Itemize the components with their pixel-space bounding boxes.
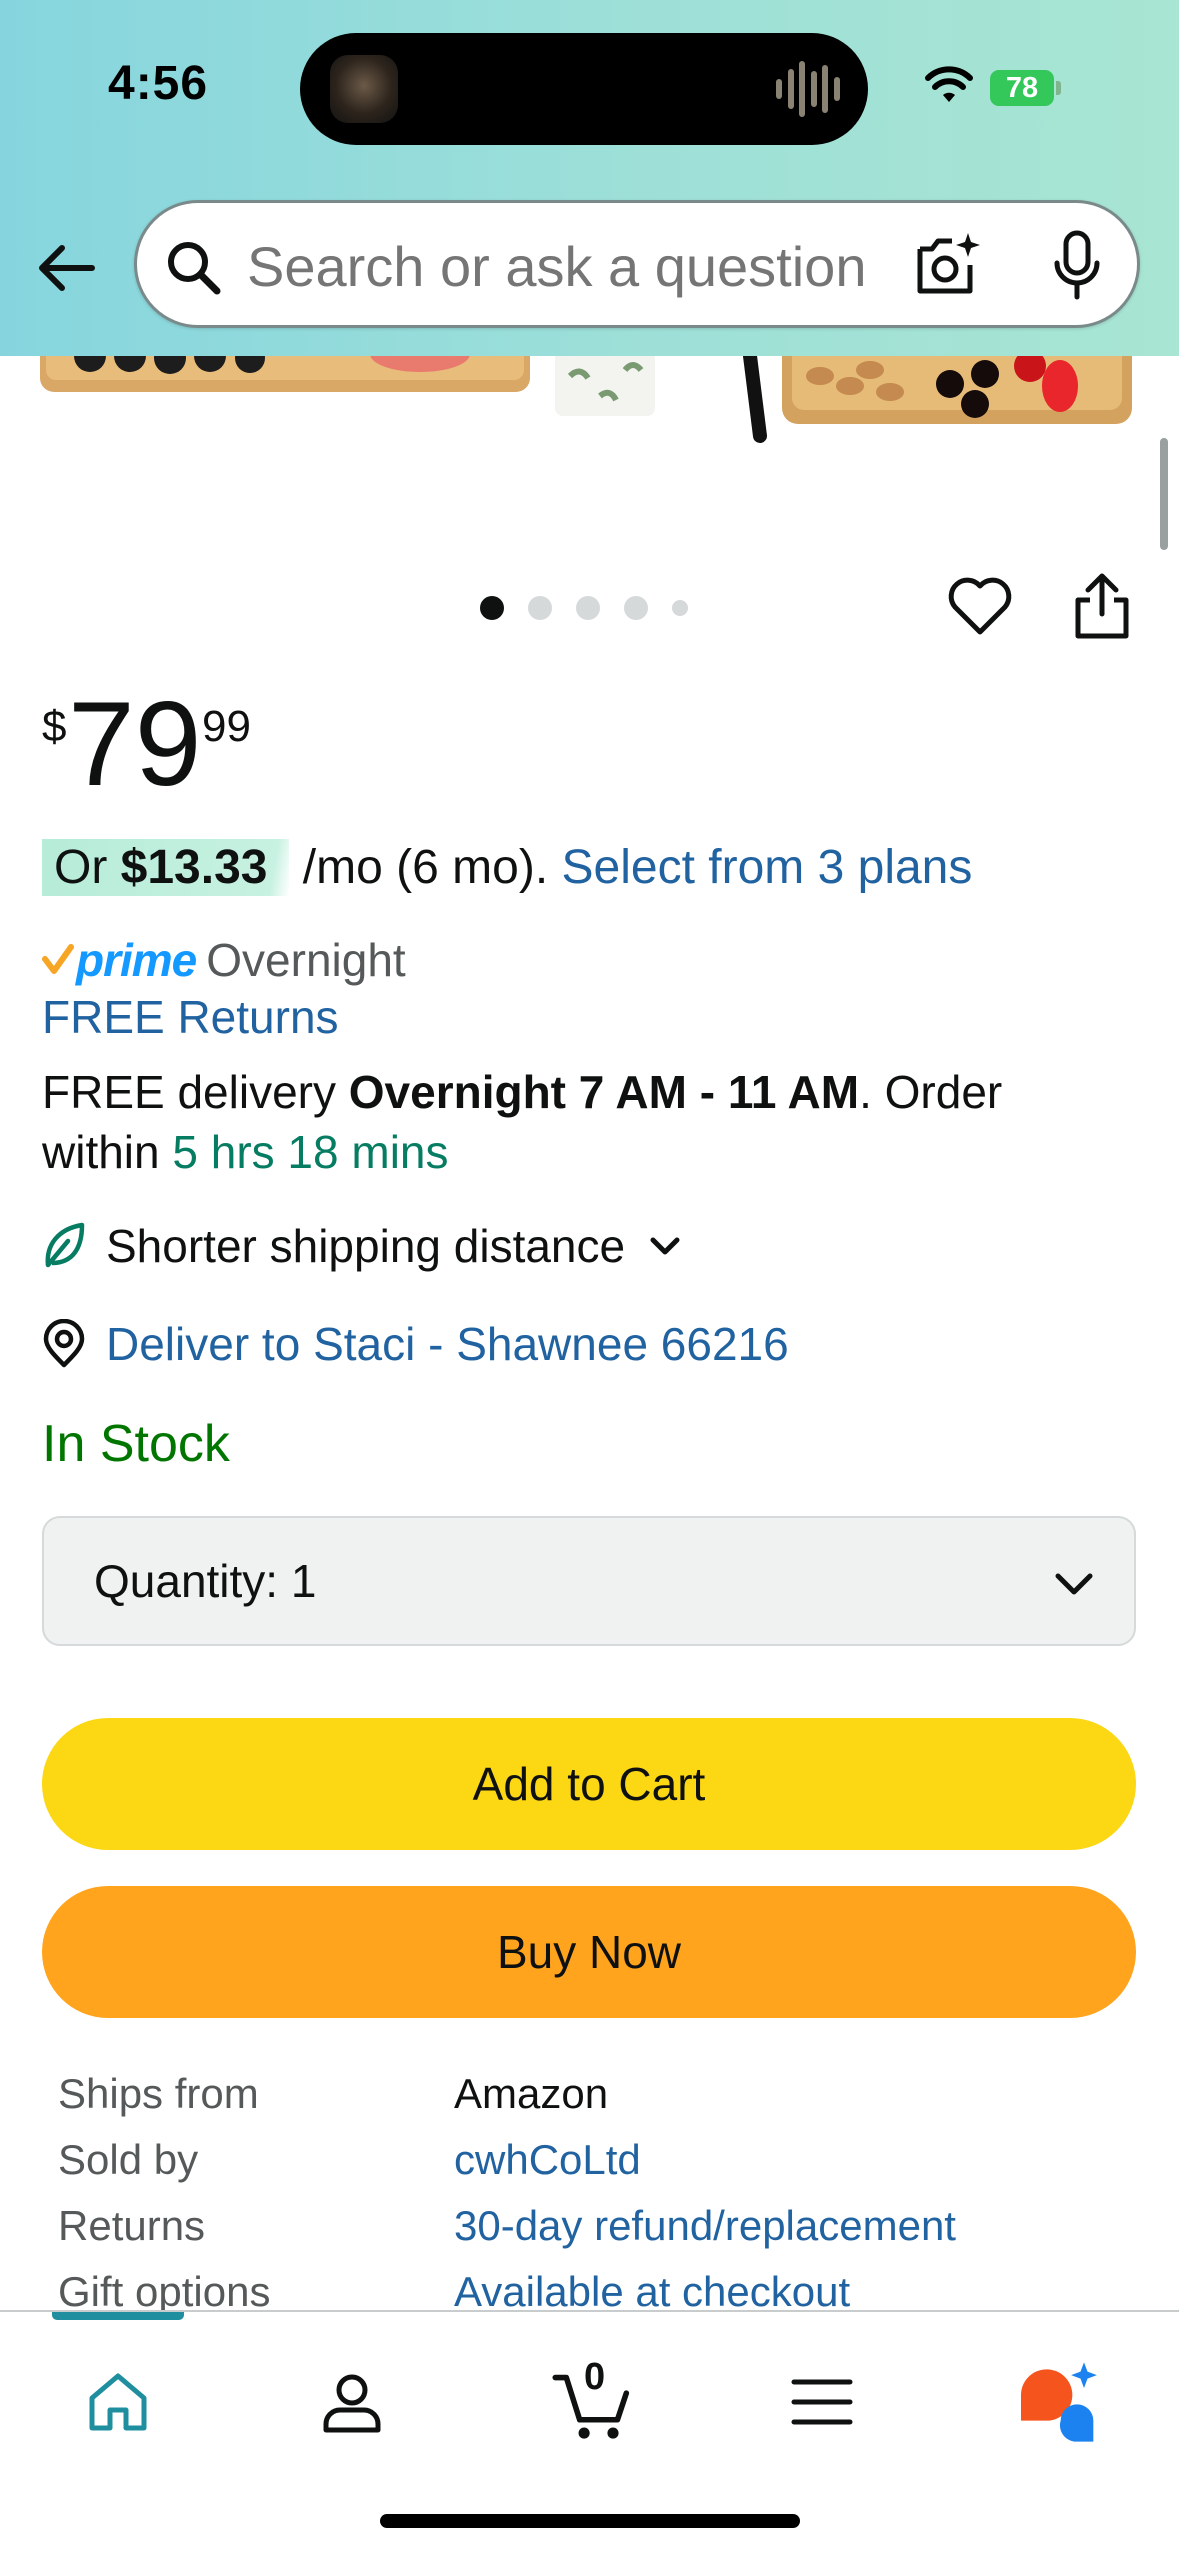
chevron-down-icon xyxy=(1055,1573,1093,1595)
tab-menu[interactable] xyxy=(772,2352,872,2452)
installment-amount: $13.33 xyxy=(120,841,268,894)
deliver-to-link[interactable]: Deliver to Staci - Shawnee 66216 xyxy=(106,1317,789,1371)
tab-account[interactable] xyxy=(302,2352,402,2452)
battery-level: 78 xyxy=(990,70,1054,106)
quantity-selector[interactable]: Quantity: 1 xyxy=(42,1516,1136,1646)
carousel-dot[interactable] xyxy=(624,596,648,620)
seller-link[interactable]: cwhCoLtd xyxy=(454,2136,641,2184)
product-page: 4:56 78 Search or ask a question $ 79 99… xyxy=(0,0,1179,2556)
leaf-icon xyxy=(45,1222,85,1268)
tab-rufus[interactable] xyxy=(1006,2352,1106,2452)
chevron-down-icon xyxy=(650,1237,680,1255)
select-plans-link[interactable]: Select from 3 plans xyxy=(562,841,973,894)
returns-policy-link[interactable]: 30-day refund/replacement xyxy=(454,2202,956,2250)
installment-offer: Or $13.33 /mo (6 mo). Select from 3 plan… xyxy=(42,839,973,896)
scroll-indicator[interactable] xyxy=(1160,438,1168,550)
home-icon xyxy=(89,2373,147,2431)
cart-count-badge: 0 xyxy=(584,2356,606,2398)
rufus-ai-icon xyxy=(1021,2362,1097,2442)
gift-options-link[interactable]: Available at checkout xyxy=(454,2268,850,2316)
free-returns-link[interactable]: FREE Returns xyxy=(42,990,339,1044)
status-time: 4:56 xyxy=(108,57,209,110)
shorter-shipping-toggle[interactable]: Shorter shipping distance xyxy=(42,1216,683,1276)
price-fraction: 99 xyxy=(202,702,251,751)
location-pin-icon xyxy=(43,1319,85,1368)
buy-now-button[interactable]: Buy Now xyxy=(42,1886,1136,2018)
order-countdown: 5 hrs 18 mins xyxy=(172,1126,449,1178)
audio-waveform-icon xyxy=(776,59,840,119)
search-bar[interactable] xyxy=(134,200,1140,328)
battery-indicator: 78 xyxy=(990,70,1061,106)
shorter-shipping-label: Shorter shipping distance xyxy=(106,1220,626,1272)
now-playing-artwork xyxy=(330,55,398,123)
share-icon[interactable] xyxy=(1070,572,1134,642)
image-carousel-dots[interactable] xyxy=(480,596,688,620)
prime-badge-row: prime Overnight xyxy=(42,930,406,990)
price-whole: 79 xyxy=(68,677,202,811)
header: 4:56 78 xyxy=(0,0,1179,356)
battery-cap xyxy=(1056,81,1061,95)
delivery-window: Overnight 7 AM - 11 AM xyxy=(348,1066,860,1118)
deliver-to-location[interactable]: Deliver to Staci - Shawnee 66216 xyxy=(42,1314,789,1374)
back-arrow-icon[interactable] xyxy=(34,236,98,300)
account-icon xyxy=(323,2374,381,2433)
home-indicator[interactable] xyxy=(380,2514,800,2528)
search-input[interactable] xyxy=(247,233,937,301)
add-to-cart-button[interactable]: Add to Cart xyxy=(42,1718,1136,1850)
prime-logo: prime xyxy=(76,934,197,986)
menu-icon xyxy=(791,2379,853,2425)
details-key: Gift options xyxy=(58,2268,271,2315)
carousel-dot[interactable] xyxy=(576,596,600,620)
installment-highlight: Or $13.33 xyxy=(42,839,290,896)
quantity-label: Quantity: 1 xyxy=(94,1555,317,1607)
details-key: Sold by xyxy=(58,2136,199,2183)
installment-term: /mo (6 mo). xyxy=(289,841,562,894)
dynamic-island[interactable] xyxy=(300,33,868,145)
microphone-icon[interactable] xyxy=(1047,229,1107,301)
details-key: Ships from xyxy=(58,2070,259,2117)
tab-home[interactable] xyxy=(68,2352,168,2452)
heart-icon[interactable] xyxy=(945,572,1015,642)
carousel-dot[interactable] xyxy=(672,600,688,616)
stock-status: In Stock xyxy=(42,1415,230,1473)
price-symbol: $ xyxy=(42,702,67,751)
prime-check-icon xyxy=(42,944,74,974)
active-tab-indicator xyxy=(52,2312,184,2320)
carousel-dot[interactable] xyxy=(480,596,504,620)
carousel-dot[interactable] xyxy=(528,596,552,620)
search-icon xyxy=(168,242,221,295)
tab-cart[interactable]: 0 xyxy=(538,2352,648,2452)
details-key: Returns xyxy=(58,2202,206,2249)
product-image[interactable] xyxy=(0,356,1179,446)
lens-camera-icon[interactable] xyxy=(912,229,984,301)
wifi-icon xyxy=(925,66,973,102)
delivery-info: FREE delivery Overnight 7 AM - 11 AM. Or… xyxy=(42,1066,1003,1178)
prime-speed: Overnight xyxy=(206,934,406,986)
quantity-value: 1 xyxy=(290,1555,317,1607)
details-value: Amazon xyxy=(454,2070,609,2117)
